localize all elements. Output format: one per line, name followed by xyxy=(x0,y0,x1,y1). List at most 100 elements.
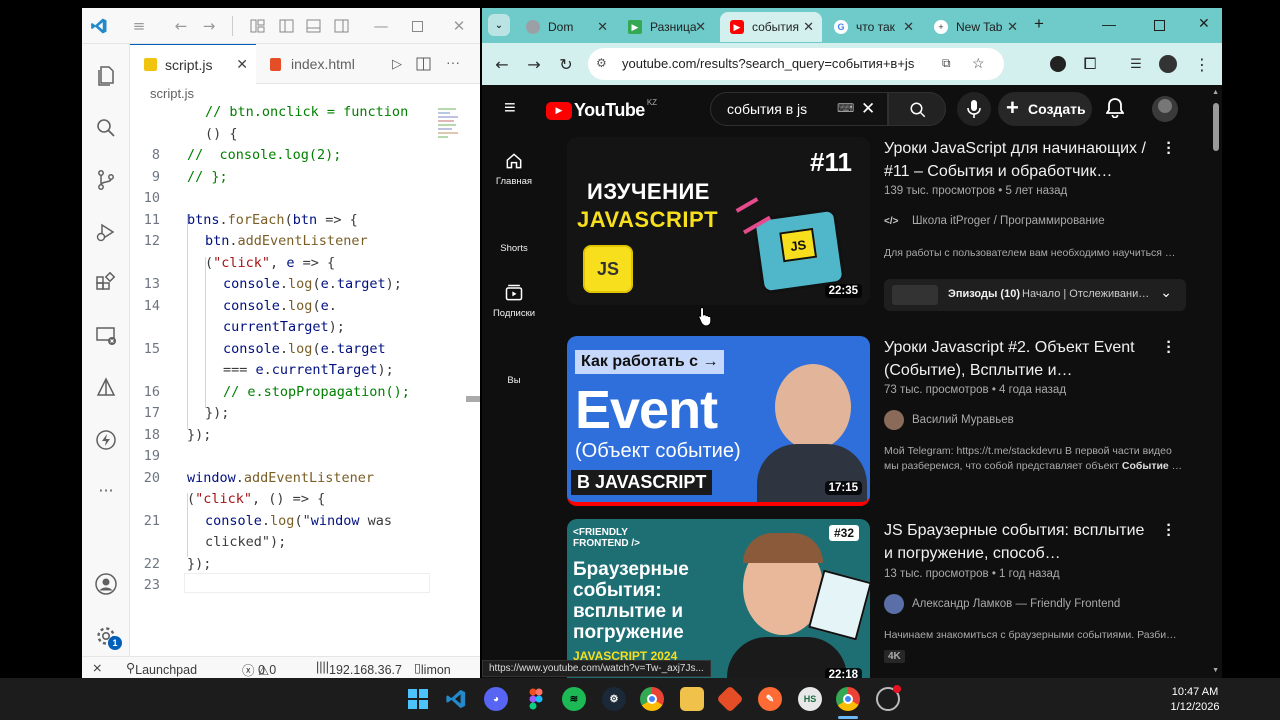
code-line[interactable]: 10 xyxy=(130,188,480,210)
code-line[interactable]: // btn.onclick = function xyxy=(130,106,480,124)
code-line[interactable]: 13 console.log(e.target); xyxy=(130,274,480,296)
video-menu-icon[interactable]: · · · xyxy=(1164,518,1174,544)
clock[interactable]: 10:47 AM 1/12/2026 xyxy=(1150,685,1240,715)
settings-icon[interactable]: 1 xyxy=(94,624,122,650)
code-line[interactable]: 16 // e.stopPropagation(); xyxy=(130,382,480,404)
browser-tab[interactable]: G что так ✕ xyxy=(824,12,922,42)
chrome-taskbar-icon[interactable] xyxy=(640,687,664,711)
video-menu-icon[interactable]: · · · xyxy=(1164,335,1174,361)
toggle-panel-icon[interactable] xyxy=(304,17,322,35)
notifications-bell-icon[interactable] xyxy=(1105,98,1125,123)
tab-script-js[interactable]: script.js ✕ xyxy=(130,44,256,84)
browser-tab[interactable]: + New Tab ✕ xyxy=(924,12,1026,42)
forward-arrow-icon[interactable]: → xyxy=(200,17,218,35)
youtube-logo[interactable]: ▶ YouTube KZ xyxy=(546,98,657,121)
code-line[interactable]: 21 console.log("window was xyxy=(130,511,480,533)
site-info-icon[interactable]: ⚙ xyxy=(596,56,607,70)
tab-close-icon[interactable]: ✕ xyxy=(803,19,814,35)
browser-tab-active[interactable]: ▶ события ✕ xyxy=(720,12,822,42)
code-line[interactable]: ("click", e => { xyxy=(130,253,480,275)
scroll-up-icon[interactable]: ▲ xyxy=(1212,89,1219,96)
explorer-icon[interactable] xyxy=(94,64,118,88)
code-line[interactable]: 14 console.log(e. xyxy=(130,296,480,318)
bookmark-star-icon[interactable]: ☆ xyxy=(972,55,985,72)
tab-close-icon[interactable]: ✕ xyxy=(597,19,608,35)
chrome-active-icon[interactable] xyxy=(836,687,860,711)
reload-icon[interactable]: ↻ xyxy=(556,54,576,74)
code-line[interactable]: 19 xyxy=(130,446,480,468)
code-line[interactable]: ("click", () => { xyxy=(130,489,480,511)
create-button[interactable]: + Создать xyxy=(998,92,1092,126)
media-control-icon[interactable]: ☰ xyxy=(1126,54,1146,74)
code-line[interactable]: 17}); xyxy=(130,403,480,425)
user-avatar[interactable] xyxy=(1152,96,1178,122)
keyboard-icon[interactable]: ⌨ xyxy=(837,101,854,115)
sidebar-item-you[interactable]: Вы xyxy=(482,375,546,386)
video-title[interactable]: Уроки Javascript #2. Объект Event (Событ… xyxy=(884,336,1152,382)
code-line[interactable]: currentTarget); xyxy=(130,317,480,339)
video-thumbnail[interactable]: Как работать с → Event (Объект событие) … xyxy=(567,336,870,506)
code-line[interactable]: 18}); xyxy=(130,425,480,447)
maximize-icon[interactable] xyxy=(1154,18,1165,36)
remote-icon[interactable]: ⨯ xyxy=(92,660,102,675)
channel-link[interactable]: Василий Муравьев xyxy=(884,410,1014,430)
menu-icon[interactable]: ≡ xyxy=(130,17,148,35)
video-menu-icon[interactable]: · · · xyxy=(1164,136,1174,162)
search-button[interactable] xyxy=(888,92,946,126)
code-line[interactable]: 9 // }; xyxy=(130,167,480,189)
problems-item[interactable]: ⓧ 0 ⚠ 0 xyxy=(242,660,276,679)
split-editor-icon[interactable] xyxy=(416,57,431,76)
source-control-icon[interactable] xyxy=(94,168,118,192)
close-icon[interactable]: ✕ xyxy=(1198,15,1210,32)
steam-icon[interactable]: ⚙ xyxy=(602,687,626,711)
back-icon[interactable]: ← xyxy=(492,54,512,74)
code-line[interactable]: 11 btns.forEach(btn => { xyxy=(130,210,480,232)
tab-close-icon[interactable]: ✕ xyxy=(1007,19,1018,35)
ip-item[interactable]: |||| 192.168.36.7 xyxy=(316,660,402,677)
tab-close-icon[interactable]: ✕ xyxy=(236,56,248,73)
install-app-icon[interactable]: ⧉ xyxy=(942,56,951,71)
maximize-icon[interactable] xyxy=(408,17,426,35)
run-debug-icon[interactable] xyxy=(94,220,118,244)
toggle-sidebar-icon[interactable] xyxy=(277,17,295,35)
minimap[interactable] xyxy=(438,106,462,166)
scrollbar-thumb[interactable] xyxy=(466,396,480,402)
code-line[interactable]: 15 console.log(e.target xyxy=(130,339,480,361)
discord-icon[interactable]: ◕ xyxy=(484,687,508,711)
video-title[interactable]: JS Браузерные события: всплытие и погруж… xyxy=(884,519,1152,565)
channel-link[interactable]: Александр Ламков — Friendly Frontend xyxy=(884,594,1120,614)
sidebar-item-home[interactable]: Главная xyxy=(482,151,546,187)
voice-search-button[interactable] xyxy=(957,92,991,126)
more-icon[interactable]: ··· xyxy=(94,478,118,502)
code-line[interactable]: === e.currentTarget); xyxy=(130,360,480,382)
episodes-bar[interactable]: Эпизоды (10) Начало | Отслеживани… ⌄ xyxy=(884,279,1186,311)
browser-tab[interactable]: Dom ✕ xyxy=(516,12,616,42)
video-thumbnail[interactable]: #11 ИЗУЧЕНИЕ JAVASCRIPT JS JS 22:35 xyxy=(567,137,870,305)
address-bar[interactable]: ⚙ youtube.com/results?search_query=событ… xyxy=(588,48,1004,80)
minimize-icon[interactable]: — xyxy=(372,17,390,35)
launchpad-item[interactable]: ⚲ Launchpad xyxy=(126,660,197,677)
vscode-taskbar-icon[interactable] xyxy=(444,687,468,711)
forward-icon[interactable]: → xyxy=(524,54,544,74)
browser-tab[interactable]: ▶ Разница ✕ xyxy=(618,12,714,42)
video-thumbnail[interactable]: <FRIENDLY FRONTEND /> #32 Браузерные соб… xyxy=(567,519,870,678)
tab-index-html[interactable]: index.html xyxy=(262,44,382,84)
code-line[interactable]: 22}); xyxy=(130,554,480,576)
minimize-icon[interactable]: — xyxy=(1102,16,1116,32)
code-line[interactable]: () { xyxy=(130,124,480,146)
search-input[interactable]: события в js ⌨ ✕ xyxy=(710,92,888,126)
video-title[interactable]: Уроки JavaScript для начинающих / #11 – … xyxy=(884,137,1152,183)
postman-icon[interactable]: ✎ xyxy=(758,687,782,711)
file-explorer-icon[interactable] xyxy=(680,687,704,711)
more-actions-icon[interactable]: ··· xyxy=(446,54,460,70)
code-line[interactable]: 8 // console.log(2); xyxy=(130,145,480,167)
tab-search-icon[interactable]: ⌄ xyxy=(488,14,510,36)
git-icon[interactable] xyxy=(716,685,744,713)
breadcrumb[interactable]: script.js xyxy=(130,84,480,106)
sidebar-item-subscriptions[interactable]: Подписки xyxy=(482,283,546,319)
tab-close-icon[interactable]: ✕ xyxy=(903,19,914,35)
search-icon[interactable] xyxy=(94,116,118,140)
lightning-icon[interactable] xyxy=(94,428,118,452)
chevron-down-icon[interactable]: ⌄ xyxy=(1160,284,1172,301)
run-icon[interactable]: ▷ xyxy=(392,56,402,72)
